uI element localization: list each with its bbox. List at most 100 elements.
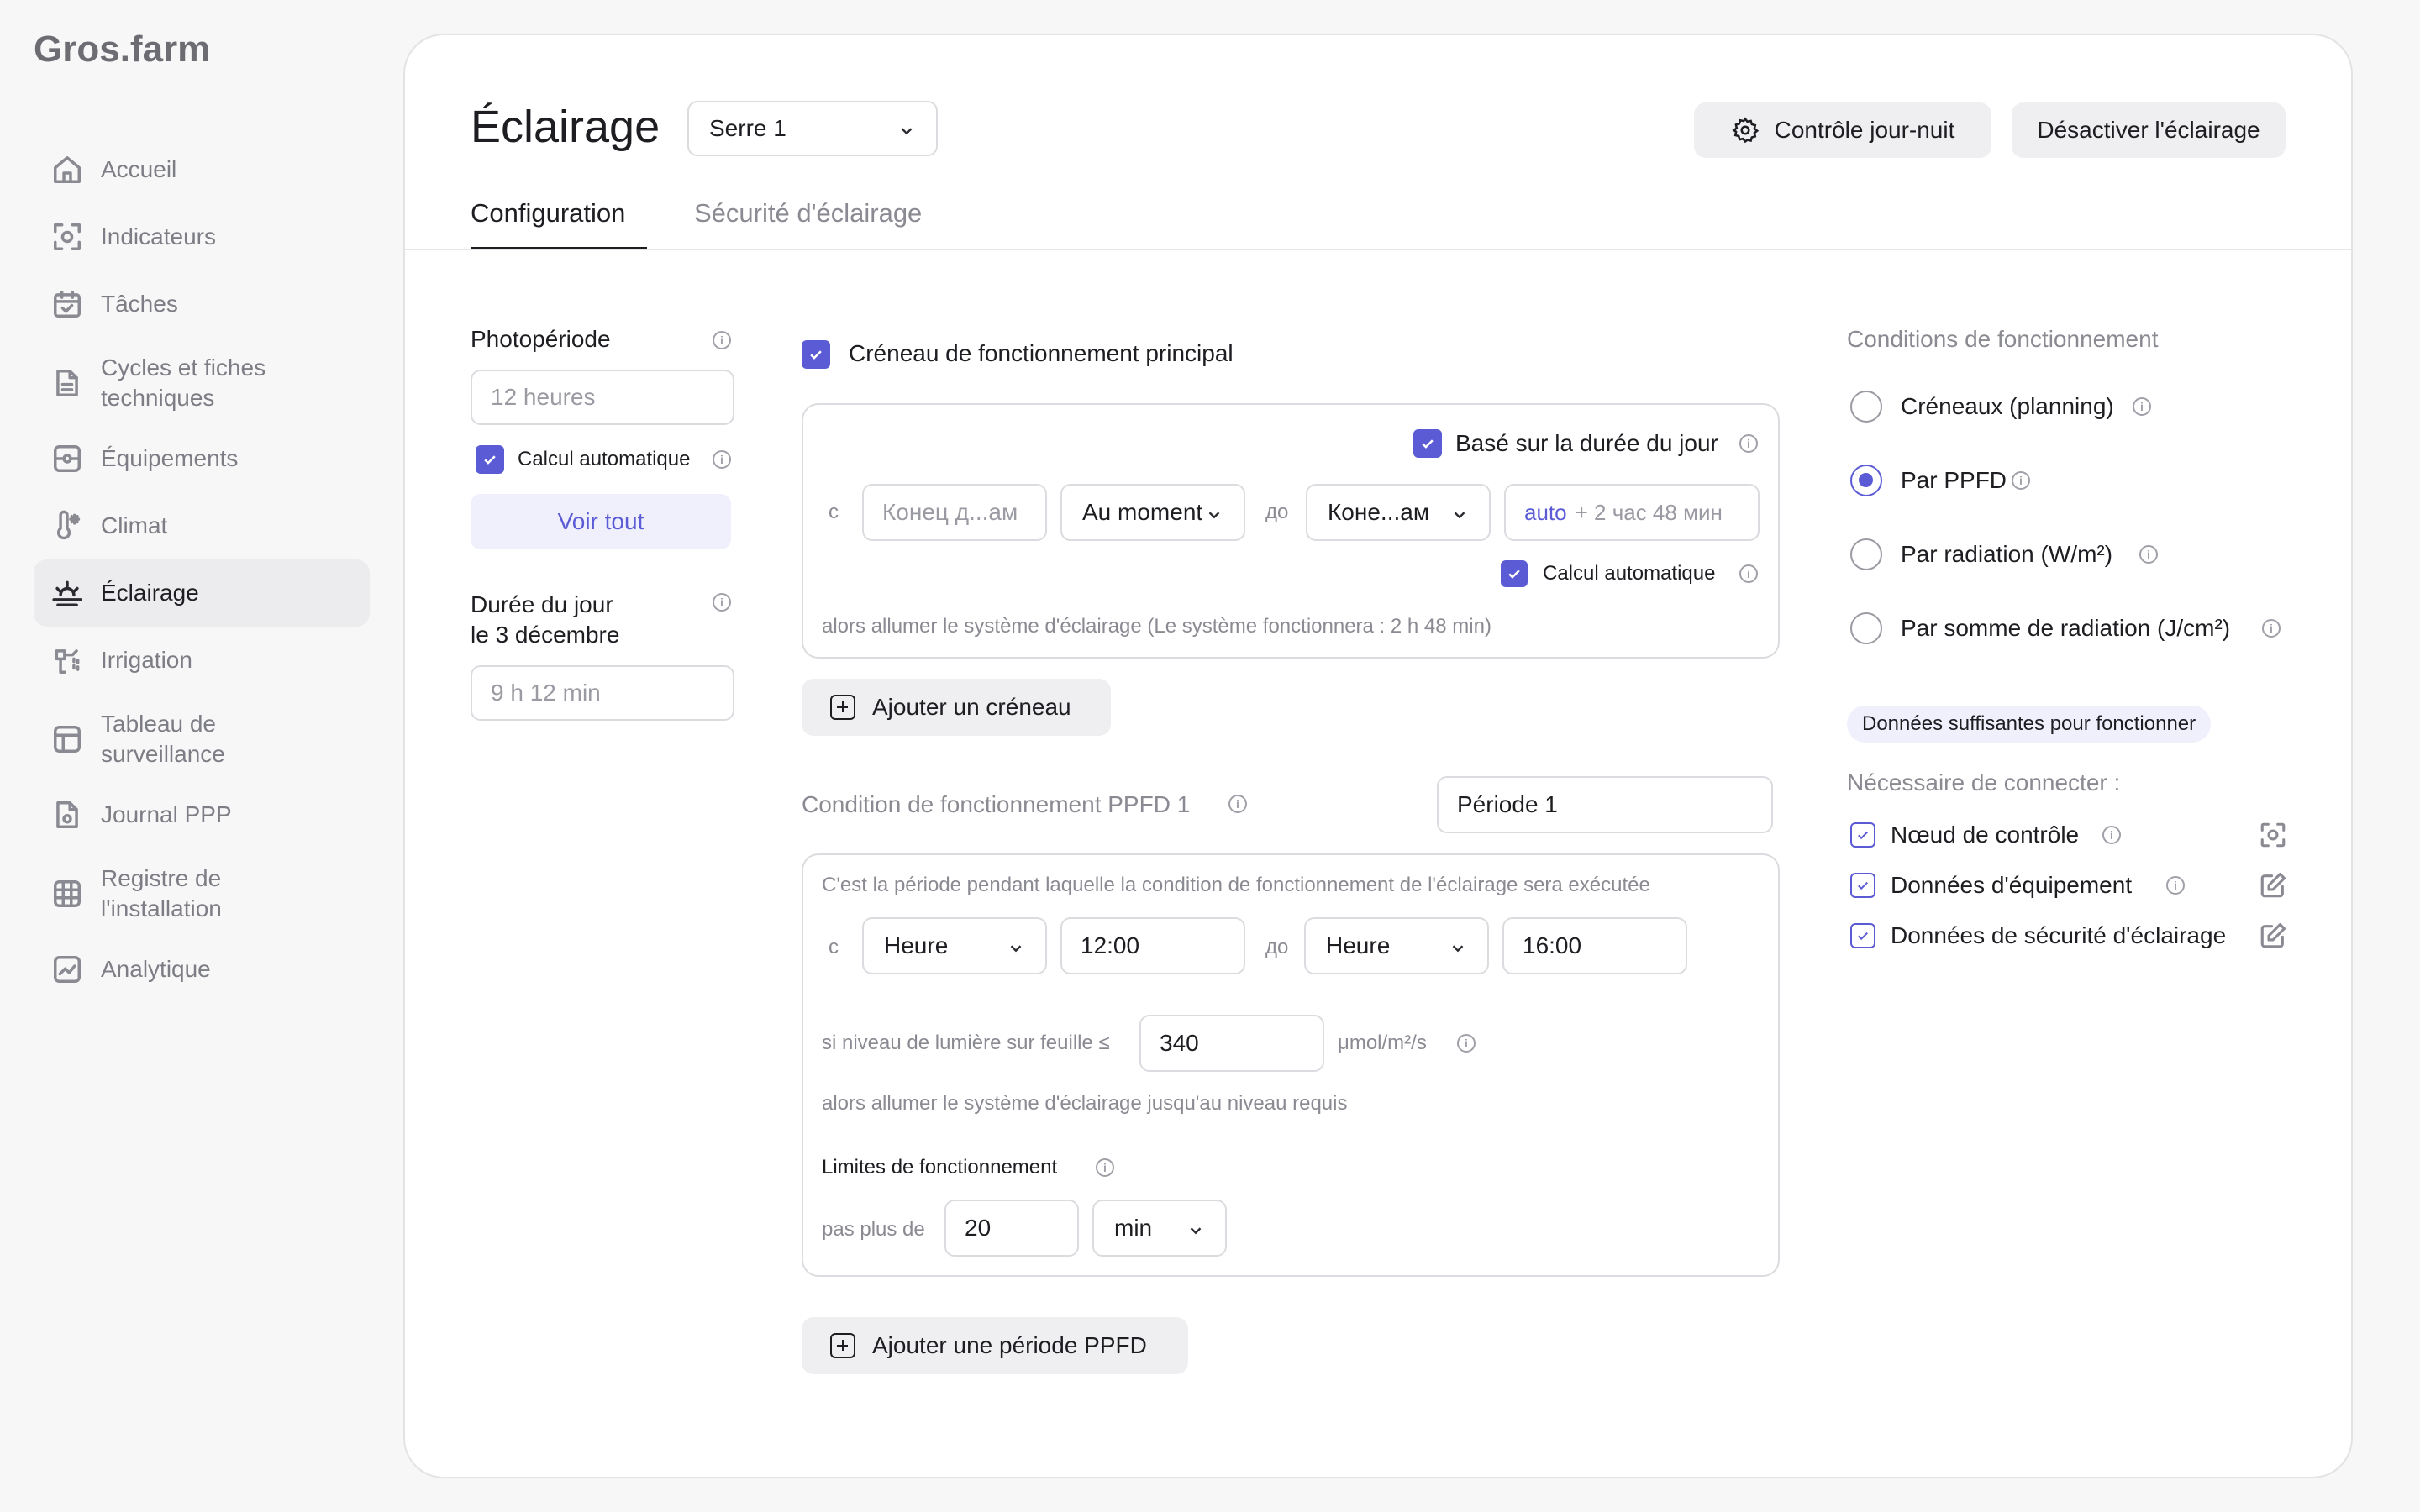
greenhouse-select-value: Serre 1 [709,115,786,141]
limit-value-input[interactable]: 20 [944,1200,1079,1257]
slot-from-input[interactable]: Конец д...ам [862,484,1047,541]
calendar-icon [50,287,84,321]
equipment-icon [50,442,84,475]
info-icon[interactable]: i [2012,471,2030,490]
sidebar-item-label: Climat [101,512,168,538]
add-slot-button[interactable]: Ajouter un créneau [802,679,1111,736]
radio-radiation[interactable] [1850,538,1882,570]
sidebar-item-eclairage[interactable]: Éclairage [34,559,370,627]
thermometer-icon [50,509,84,543]
info-icon[interactable]: i [713,593,731,612]
greenhouse-select[interactable]: Serre 1 [687,101,938,156]
sidebar-item-tableau[interactable]: Tableau de surveillance [34,702,370,776]
info-icon[interactable]: i [713,331,731,349]
radio-schedule[interactable] [1850,391,1882,423]
required-checkbox[interactable] [1850,873,1876,898]
sidebar-item-equipements[interactable]: Équipements [34,425,370,492]
main-slot-label: Créneau de fonctionnement principal [849,340,1234,366]
info-icon[interactable]: i [2139,545,2158,564]
to-prefix: до [1265,501,1289,523]
add-slot-label: Ajouter un créneau [872,694,1071,720]
auto-duration-input[interactable]: auto + 2 час 48 мин [1504,484,1760,541]
grid-icon [50,877,84,911]
dashboard-icon [50,722,84,756]
sidebar-item-taches[interactable]: Tâches [34,270,370,338]
light-level-input[interactable]: 340 [1139,1015,1324,1072]
limit-unit-select[interactable]: min [1092,1200,1227,1257]
disable-lighting-button[interactable]: Désactiver l'éclairage [2012,102,2286,158]
plus-icon [830,695,855,720]
radio-ppfd[interactable] [1850,465,1882,496]
auto-calc-checkbox[interactable] [476,445,504,474]
auto-prefix: auto [1524,499,1567,525]
info-icon[interactable]: i [1457,1034,1476,1053]
required-item-label: Données de sécurité d'éclairage [1891,922,2227,948]
main-slot-checkbox[interactable] [802,340,830,369]
chart-icon [50,953,84,986]
sidebar-item-indicateurs[interactable]: Indicateurs [34,203,370,270]
gear-icon [1731,116,1760,144]
tab-configuration[interactable]: Configuration [471,198,625,228]
info-icon[interactable]: i [1228,795,1247,813]
required-checkbox[interactable] [1850,923,1876,948]
ppfd-from-select[interactable]: Heure [862,917,1047,974]
app-logo[interactable]: Gros.farm [34,29,210,71]
sidebar-item-label: Analytique [101,956,211,982]
slot-to-select-value: Коне...ам [1328,499,1430,525]
tab-lighting-safety[interactable]: Sécurité d'éclairage [694,198,922,228]
info-icon[interactable]: i [2102,826,2121,844]
ppfd-to-select[interactable]: Heure [1304,917,1489,974]
journal-icon [50,798,84,832]
chevron-down-icon [1205,503,1223,522]
info-icon[interactable]: i [1739,434,1758,453]
chevron-down-icon [1449,937,1467,955]
required-item-label: Nœud de contrôle [1891,822,2080,848]
sidebar-item-climat[interactable]: Climat [34,492,370,559]
chevron-down-icon [1186,1219,1205,1237]
info-icon[interactable]: i [2166,876,2185,895]
limits-label: Limites de fonctionnement [822,1156,1058,1179]
control-node-icon[interactable] [2259,821,2287,849]
home-icon [50,153,84,186]
photoperiod-input[interactable]: 12 heures [471,370,734,425]
edit-icon[interactable] [2259,871,2287,900]
slot-to-select[interactable]: Коне...ам [1306,484,1491,541]
sidebar-item-journal[interactable]: Journal PPP [34,781,370,848]
radio-radiation-sum[interactable] [1850,612,1882,644]
sidebar-item-irrigation[interactable]: Irrigation [34,627,370,694]
no-more-than-label: pas plus de [822,1218,925,1241]
period-name-input[interactable]: Période 1 [1437,776,1773,833]
ppfd-from-time[interactable]: 12:00 [1060,917,1245,974]
ppfd-description: C'est la période pendant laquelle la con… [822,874,1650,896]
see-all-button[interactable]: Voir tout [471,494,731,549]
day-length-input[interactable]: 9 h 12 min [471,665,734,721]
ppfd-to-select-value: Heure [1326,932,1391,958]
chevron-down-icon [897,119,916,138]
sidebar-item-label: Tâches [101,291,178,317]
edit-icon[interactable] [2259,921,2287,950]
info-icon[interactable]: i [713,450,731,469]
info-icon[interactable]: i [1096,1158,1114,1177]
day-night-control-button[interactable]: Contrôle jour-nuit [1694,102,1991,158]
unit-label: μmol/m²/s [1338,1032,1427,1054]
sidebar-item-label: Accueil [101,156,177,182]
sidebar-item-cycles[interactable]: Cycles et fiches techniques [34,346,370,420]
moment-select[interactable]: Au moment [1060,484,1245,541]
sidebar-item-accueil[interactable]: Accueil [34,136,370,203]
chevron-down-icon [1007,937,1025,955]
slot-auto-calc-checkbox[interactable] [1501,560,1528,587]
info-icon[interactable]: i [2133,397,2151,416]
sidebar-item-analytique[interactable]: Analytique [34,936,370,1003]
info-icon[interactable]: i [1739,564,1758,583]
document-icon [50,366,84,400]
required-checkbox[interactable] [1850,822,1876,848]
day-night-control-label: Contrôle jour-nuit [1774,117,1955,143]
add-ppfd-period-label: Ajouter une période PPFD [872,1332,1147,1358]
sidebar-item-registre[interactable]: Registre de l'installation [34,857,370,931]
add-ppfd-period-button[interactable]: Ajouter une période PPFD [802,1317,1188,1374]
based-on-day-checkbox[interactable] [1413,429,1442,458]
required-item-label: Données d'équipement [1891,872,2133,898]
based-on-day-label: Basé sur la durée du jour [1455,430,1718,456]
ppfd-to-time[interactable]: 16:00 [1502,917,1687,974]
info-icon[interactable]: i [2262,619,2281,638]
